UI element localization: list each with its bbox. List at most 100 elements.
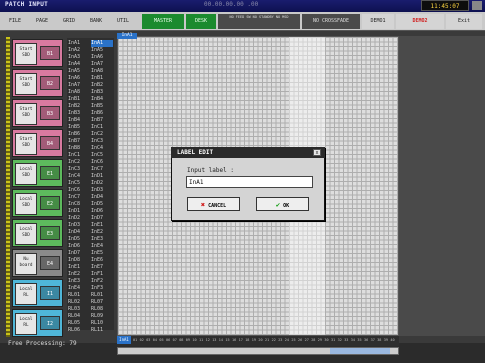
channel-name-item[interactable]: InD8 <box>68 257 90 264</box>
desk-mode-button[interactable]: DESK <box>186 14 216 29</box>
channel-name-item[interactable]: InA7 <box>68 82 90 89</box>
channel-name-item[interactable]: InC6 <box>91 159 113 166</box>
demo2-button[interactable]: DEMO2 <box>396 14 444 29</box>
channel-name-item[interactable]: InC7 <box>68 194 90 201</box>
source-card-button[interactable]: B4 <box>40 136 60 150</box>
channel-name-item[interactable]: RL03 <box>68 306 90 313</box>
channel-name-item[interactable]: InE4 <box>68 285 90 292</box>
channel-name-item[interactable]: InD2 <box>68 215 90 222</box>
channel-name-item[interactable]: InE2 <box>91 229 113 236</box>
channel-name-item[interactable]: InC5 <box>91 152 113 159</box>
menu-grid[interactable]: GRID <box>58 14 80 28</box>
grid-selected-tab[interactable]: InA1 <box>117 33 137 39</box>
channel-name-item[interactable]: InD7 <box>68 250 90 257</box>
channel-name-item[interactable]: InA5 <box>68 68 90 75</box>
channel-name-item[interactable]: InB6 <box>68 131 90 138</box>
source-card-button[interactable]: E2 <box>40 196 60 210</box>
channel-name-item[interactable]: InD4 <box>91 194 113 201</box>
channel-name-item[interactable]: InF3 <box>91 285 113 292</box>
source-card[interactable]: Local RL I2 <box>12 309 63 337</box>
channel-name-item[interactable]: InE5 <box>91 250 113 257</box>
bottom-selected-label[interactable]: InA1 <box>117 336 131 344</box>
channel-name-item[interactable]: RL04 <box>68 313 90 320</box>
channel-name-item[interactable]: InE7 <box>91 264 113 271</box>
channel-name-item[interactable]: InC1 <box>68 152 90 159</box>
source-card[interactable]: Local SDD E1 <box>12 159 63 187</box>
channel-name-item[interactable]: InD4 <box>68 229 90 236</box>
channel-name-item[interactable]: RL09 <box>91 313 113 320</box>
channel-name-item[interactable]: InA1 <box>68 40 90 47</box>
channel-name-item[interactable]: InA6 <box>68 75 90 82</box>
source-card-button[interactable]: E3 <box>40 226 60 240</box>
ok-button[interactable]: ✔ OK <box>256 197 309 211</box>
source-card[interactable]: Start SDD B4 <box>12 129 63 157</box>
channel-name-item[interactable]: InD3 <box>68 222 90 229</box>
channel-name-item[interactable]: InA8 <box>91 68 113 75</box>
channel-name-item[interactable]: InA1 <box>91 40 113 47</box>
source-card-button[interactable]: E4 <box>40 256 60 270</box>
channel-name-item[interactable]: InB7 <box>91 117 113 124</box>
master-mode-button[interactable]: MASTER <box>142 14 184 29</box>
channel-name-item[interactable]: InC5 <box>68 180 90 187</box>
channel-name-item[interactable]: InB7 <box>68 138 90 145</box>
channel-name-item[interactable]: InA6 <box>91 54 113 61</box>
channel-name-item[interactable]: InA3 <box>68 54 90 61</box>
source-card-button[interactable]: I2 <box>40 316 60 330</box>
channel-name-item[interactable]: InD1 <box>91 173 113 180</box>
channel-name-item[interactable]: RL01 <box>91 292 113 299</box>
channel-name-item[interactable]: InD6 <box>68 243 90 250</box>
channel-name-item[interactable]: InF2 <box>91 278 113 285</box>
channel-name-item[interactable]: InB5 <box>91 103 113 110</box>
source-card-button[interactable]: B1 <box>40 46 60 60</box>
channel-name-item[interactable]: RL02 <box>68 299 90 306</box>
source-card[interactable]: Start SDD B2 <box>12 69 63 97</box>
channel-name-item[interactable]: InB2 <box>91 82 113 89</box>
channel-name-item[interactable]: RL10 <box>91 320 113 327</box>
channel-name-item[interactable]: InB4 <box>68 117 90 124</box>
channel-name-item[interactable]: InF1 <box>91 271 113 278</box>
channel-name-item[interactable]: InE6 <box>91 257 113 264</box>
window-control-icon[interactable] <box>472 1 482 10</box>
source-card[interactable]: Local RL I1 <box>12 279 63 307</box>
channel-name-item[interactable]: InD7 <box>91 215 113 222</box>
channel-name-item[interactable]: InC4 <box>68 173 90 180</box>
source-card[interactable]: Start SDD B3 <box>12 99 63 127</box>
channel-name-item[interactable]: InD3 <box>91 187 113 194</box>
source-card-button[interactable]: E1 <box>40 166 60 180</box>
source-card[interactable]: Start SDD B1 <box>12 39 63 67</box>
channel-name-item[interactable]: InC7 <box>91 166 113 173</box>
channel-name-item[interactable]: InD1 <box>68 208 90 215</box>
menu-bank[interactable]: BANK <box>84 14 108 28</box>
channel-name-item[interactable]: RL05 <box>68 320 90 327</box>
channel-name-item[interactable]: RL08 <box>91 306 113 313</box>
channel-name-item[interactable]: InD5 <box>91 201 113 208</box>
channel-name-item[interactable]: InC3 <box>68 166 90 173</box>
channel-name-item[interactable]: InA5 <box>91 47 113 54</box>
channel-name-item[interactable]: InC1 <box>91 124 113 131</box>
menu-file[interactable]: FILE <box>4 14 26 28</box>
channel-name-item[interactable]: InA8 <box>68 89 90 96</box>
source-card-button[interactable]: B3 <box>40 106 60 120</box>
channel-name-item[interactable]: RL07 <box>91 299 113 306</box>
channel-name-item[interactable]: InA2 <box>68 47 90 54</box>
channel-name-item[interactable]: InA7 <box>91 61 113 68</box>
channel-name-item[interactable]: InE2 <box>68 271 90 278</box>
source-card[interactable]: Local SDD E3 <box>12 219 63 247</box>
cancel-button[interactable]: ✖ CANCEL <box>187 197 240 211</box>
close-icon[interactable]: x <box>313 149 321 156</box>
channel-name-item[interactable]: InC8 <box>68 201 90 208</box>
channel-name-item[interactable]: InB1 <box>68 96 90 103</box>
channel-name-item[interactable]: InB2 <box>68 103 90 110</box>
source-card[interactable]: Local SDD E2 <box>12 189 63 217</box>
label-input[interactable] <box>186 176 313 188</box>
demo1-button[interactable]: DEMO1 <box>362 14 394 29</box>
channel-name-item[interactable]: InE3 <box>91 236 113 243</box>
channel-name-item[interactable]: InE4 <box>91 243 113 250</box>
channel-name-item[interactable]: InE1 <box>68 264 90 271</box>
source-card-button[interactable]: I1 <box>40 286 60 300</box>
channel-name-item[interactable]: InC2 <box>91 131 113 138</box>
channel-name-item[interactable]: InC2 <box>68 159 90 166</box>
channel-name-item[interactable]: InB3 <box>91 89 113 96</box>
channel-name-item[interactable]: InE1 <box>91 222 113 229</box>
source-card[interactable]: Nu board E4 <box>12 249 63 277</box>
